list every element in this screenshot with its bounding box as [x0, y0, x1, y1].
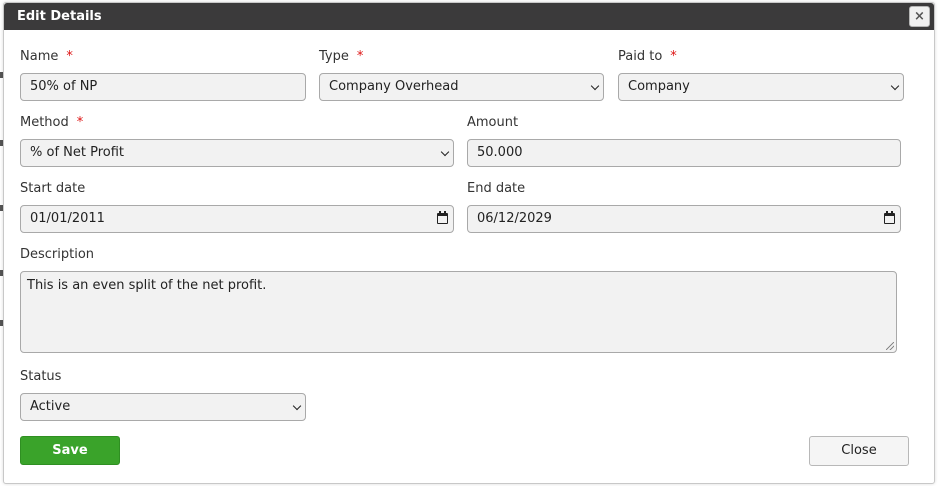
- start-date-input[interactable]: 01/01/2011: [20, 205, 454, 233]
- required-mark: *: [76, 115, 84, 130]
- paid-to-select[interactable]: Company: [618, 73, 904, 101]
- type-select[interactable]: Company Overhead: [319, 73, 604, 101]
- calendar-icon[interactable]: [884, 211, 895, 224]
- name-input[interactable]: 50% of NP: [20, 73, 306, 101]
- amount-input[interactable]: 50.000: [467, 139, 901, 167]
- type-label: Type *: [319, 49, 364, 64]
- description-textarea[interactable]: This is an even split of the net profit.: [20, 271, 897, 353]
- dialog-title: Edit Details: [17, 9, 102, 24]
- status-select-value: Active: [30, 399, 71, 414]
- status-label: Status: [20, 369, 62, 384]
- paid-to-label: Paid to *: [618, 49, 677, 64]
- chevron-down-icon: [440, 147, 450, 157]
- close-button[interactable]: Close: [809, 436, 909, 466]
- end-date-input[interactable]: 06/12/2029: [467, 205, 901, 233]
- status-select[interactable]: Active: [20, 393, 306, 421]
- description-label: Description: [20, 247, 95, 262]
- dialog-titlebar: Edit Details ×: [4, 3, 934, 30]
- method-select-value: % of Net Profit: [30, 145, 125, 160]
- start-date-label: Start date: [20, 181, 86, 196]
- edit-details-dialog: Edit Details × Name * 50% of NP Type * Com…: [3, 2, 935, 484]
- amount-label: Amount: [467, 115, 519, 130]
- resize-handle-icon[interactable]: [886, 342, 894, 350]
- save-button[interactable]: Save: [20, 436, 120, 465]
- method-select[interactable]: % of Net Profit: [20, 139, 454, 167]
- required-mark: *: [356, 49, 364, 64]
- required-mark: *: [66, 49, 73, 64]
- chevron-down-icon: [292, 401, 302, 411]
- type-select-value: Company Overhead: [329, 79, 459, 94]
- calendar-icon[interactable]: [437, 211, 448, 224]
- method-label: Method *: [20, 115, 84, 130]
- name-label: Name *: [20, 49, 73, 64]
- end-date-label: End date: [467, 181, 526, 196]
- close-icon[interactable]: ×: [909, 6, 930, 27]
- start-date-value: 01/01/2011: [30, 211, 105, 226]
- end-date-value: 06/12/2029: [477, 211, 552, 226]
- required-mark: *: [670, 49, 677, 64]
- chevron-down-icon: [890, 81, 900, 91]
- description-value: This is an even split of the net profit.: [27, 278, 267, 293]
- paid-to-select-value: Company: [628, 79, 690, 94]
- chevron-down-icon: [590, 81, 600, 91]
